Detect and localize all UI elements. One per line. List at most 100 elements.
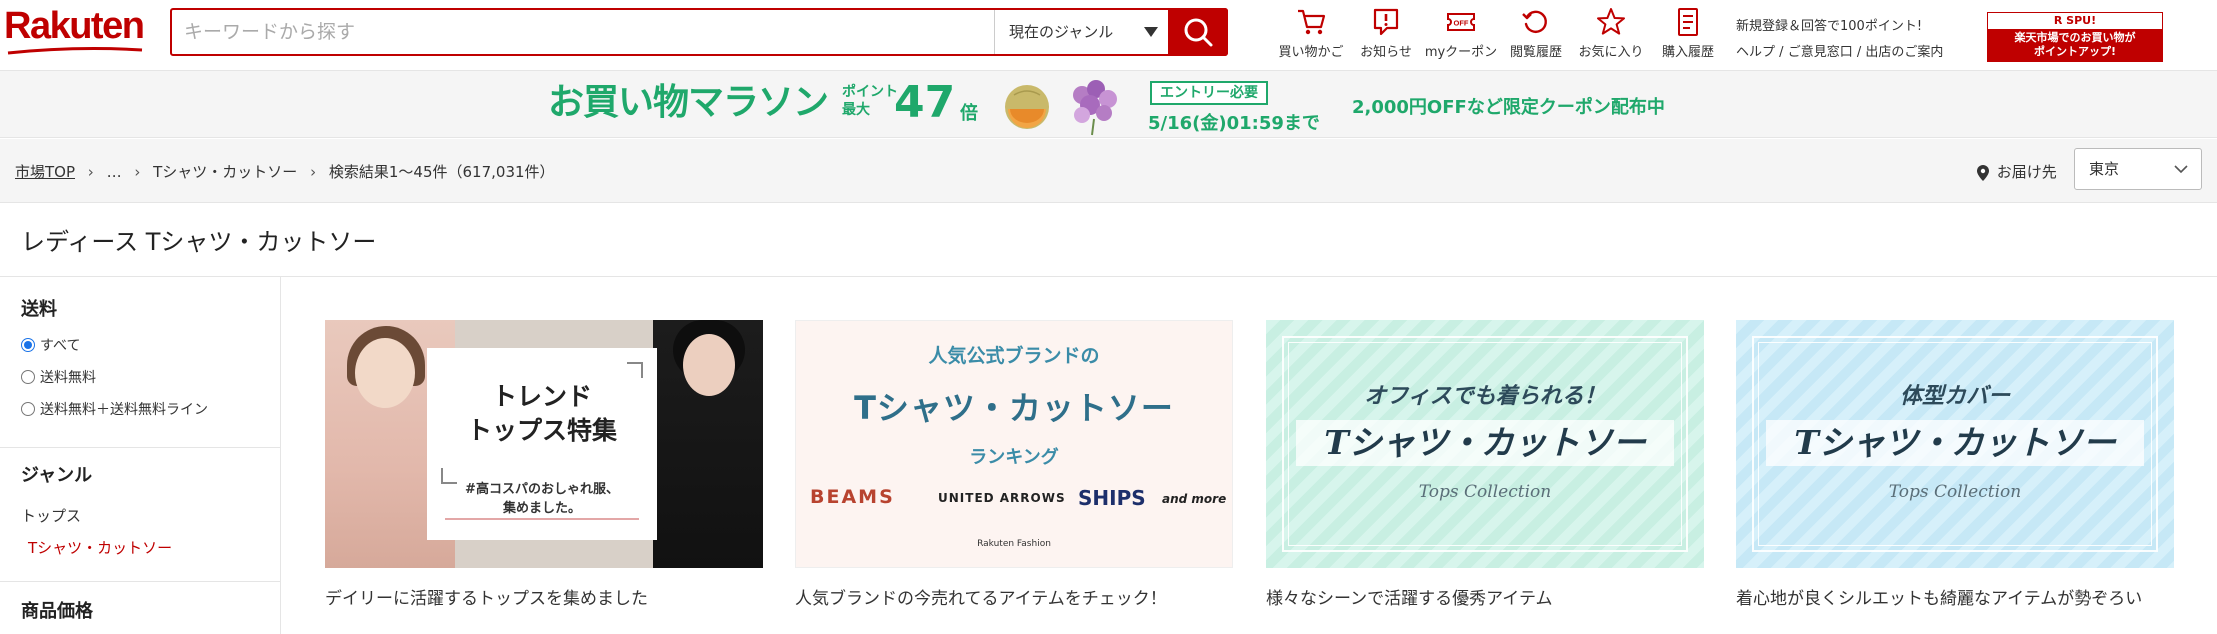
promo-caption[interactable]: 人気ブランドの今売れてるアイテムをチェック！ xyxy=(795,584,1233,609)
nav-favorites[interactable]: お気に入り xyxy=(1571,6,1651,62)
genre-current[interactable]: Tシャツ・カットソー xyxy=(28,537,172,558)
breadcrumb-ellipsis[interactable]: … xyxy=(107,163,122,181)
brand-beams-logo: BEAMS xyxy=(810,486,895,508)
dropdown-triangle-icon xyxy=(1144,27,1158,37)
nav-notice[interactable]: お知らせ xyxy=(1351,6,1421,62)
link-separator: / xyxy=(1779,45,1784,60)
seller-info-link[interactable]: 出店のご案内 xyxy=(1865,45,1943,60)
global-header: Rakuten 現在のジャンル 買い物かご お知らせ xyxy=(0,0,2217,68)
search-button[interactable] xyxy=(1168,8,1228,56)
promo-tagline: #高コスパのおしゃれ服、 集めました。 xyxy=(445,480,639,520)
promo-image: オフィスでも着られる！ Tシャツ・カットソー Tops Collection xyxy=(1266,320,1704,568)
divider xyxy=(0,276,2217,277)
campaign-point-label2: 最大 xyxy=(842,102,870,118)
nav-history[interactable]: 閲覧履歴 xyxy=(1501,6,1571,62)
breadcrumb-market-top[interactable]: 市場TOP xyxy=(15,163,75,181)
genre-scope-label: 現在のジャンル xyxy=(1009,23,1114,41)
coupon-icon: OFF xyxy=(1447,13,1475,31)
shipping-option-all[interactable]: すべて xyxy=(21,335,80,355)
search-input[interactable] xyxy=(172,10,994,54)
register-link[interactable]: 新規登録＆回答で100ポイント! xyxy=(1736,19,1922,34)
logo-swoosh-icon xyxy=(7,47,143,55)
notice-icon xyxy=(1373,8,1399,36)
promo-card-office[interactable]: オフィスでも着られる！ Tシャツ・カットソー Tops Collection 様… xyxy=(1266,320,1704,609)
campaign-date: 5/16(金)01:59まで xyxy=(1148,113,1320,134)
chevron-down-icon xyxy=(2174,165,2188,174)
nav-coupon-label: myクーポン xyxy=(1424,45,1498,60)
search-bar: 現在のジャンル xyxy=(170,8,1228,56)
breadcrumb-result-count: 検索結果1～45件（617,031件） xyxy=(328,163,555,181)
promo-tagline-line1: #高コスパのおしゃれ服、 xyxy=(465,482,619,497)
promo-card-brand-ranking[interactable]: 人気公式ブランドの Tシャツ・カットソー ランキング BEAMS UNITED … xyxy=(795,320,1233,609)
logo-text: Rakuten xyxy=(4,5,145,47)
radio-icon[interactable] xyxy=(21,370,35,384)
shipping-option-free-line[interactable]: 送料無料＋送料無料ライン xyxy=(21,399,208,419)
promo-ranking-label: ランキング xyxy=(969,447,1059,468)
promo-card-trend-tops[interactable]: トレンド トップス特集 #高コスパのおしゃれ服、 集めました。 デイリーに活躍す… xyxy=(325,320,763,609)
shipping-option-label: 送料無料＋送料無料ライン xyxy=(40,402,208,418)
help-link[interactable]: ヘルプ xyxy=(1736,45,1775,60)
shipping-option-label: 送料無料 xyxy=(40,370,96,386)
breadcrumb-category[interactable]: Tシャツ・カットソー xyxy=(153,163,297,181)
genre-filter-heading: ジャンル xyxy=(21,465,93,486)
breadcrumb-bar: 市場TOP › … › Tシャツ・カットソー › 検索結果1～45件（617,0… xyxy=(0,139,2217,203)
spu-line2: ポイントアップ! xyxy=(2033,45,2117,58)
chevron-right-icon: › xyxy=(134,163,141,181)
spu-banner[interactable]: R SPU! 楽天市場でのお買い物が ポイントアップ! xyxy=(1987,12,2163,62)
rakuten-fashion-logo: Rakuten Fashion xyxy=(977,539,1051,549)
spu-logo-text: R SPU! xyxy=(1988,13,2162,29)
shipping-option-label: すべて xyxy=(40,338,81,354)
shipping-option-free[interactable]: 送料無料 xyxy=(21,367,96,387)
radio-icon[interactable] xyxy=(21,402,35,416)
brand-logos: BEAMS UNITED ARROWS SHIPS and more xyxy=(808,486,1226,516)
price-filter-heading: 商品価格 xyxy=(21,601,93,622)
promo-subtitle: 体型カバー xyxy=(1899,383,2010,409)
promo-headline: Tシャツ・カットソー xyxy=(1296,420,1674,466)
region-value: 東京 xyxy=(2089,160,2120,178)
flower-icon xyxy=(1073,80,1117,136)
nav-purchase-history[interactable]: 購入履歴 xyxy=(1651,6,1725,62)
genre-parent-link[interactable]: トップス xyxy=(21,505,81,526)
promo-image: 体型カバー Tシャツ・カットソー Tops Collection xyxy=(1736,320,2174,568)
promo-headline-line2: トップス特集 xyxy=(466,416,617,445)
promo-image: トレンド トップス特集 #高コスパのおしゃれ服、 集めました。 xyxy=(325,320,763,568)
delivery-destination: お届け先 xyxy=(1976,161,2057,182)
svg-text:OFF: OFF xyxy=(1454,19,1469,28)
brand-united-arrows-logo: UNITED ARROWS xyxy=(938,491,1066,505)
star-icon xyxy=(1597,8,1625,35)
region-select[interactable]: 東京 xyxy=(2074,148,2202,190)
nav-notice-label: お知らせ xyxy=(1360,45,1412,60)
campaign-point-unit: 倍 xyxy=(960,103,978,124)
campaign-entry-badge: エントリー必要 xyxy=(1150,81,1268,105)
history-icon xyxy=(1522,10,1547,33)
nav-history-label: 閲覧履歴 xyxy=(1509,45,1562,60)
search-icon xyxy=(1184,18,1213,47)
campaign-banner[interactable]: お買い物マラソン ポイント 最大 47 倍 エントリー必要 5/16(金)01:… xyxy=(0,70,2217,138)
page-title: レディース Tシャツ・カットソー xyxy=(21,228,377,256)
promo-script-text: Tops Collection xyxy=(1418,482,1552,502)
corner-mark xyxy=(627,362,643,378)
feedback-link[interactable]: ご意見窓口 xyxy=(1788,45,1853,60)
promo-headline: Tシャツ・カットソー xyxy=(1766,420,2144,466)
promo-headline-line1: トレンド xyxy=(491,382,592,411)
genre-scope-select[interactable]: 現在のジャンル xyxy=(994,10,1168,54)
link-separator: / xyxy=(1856,45,1862,60)
promo-caption[interactable]: 着心地が良くシルエットも綺麗なアイテムが勢ぞろい xyxy=(1736,584,2174,609)
promo-script-text: Tops Collection xyxy=(1888,482,2022,502)
rakuten-logo[interactable]: Rakuten xyxy=(4,5,152,55)
divider xyxy=(0,581,280,582)
nav-cart[interactable]: 買い物かご xyxy=(1271,6,1351,62)
campaign-coupon-text: 2,000円OFFなど限定クーポン配布中 xyxy=(1352,97,1665,118)
nav-purchase-history-label: 購入履歴 xyxy=(1661,45,1714,60)
nav-coupon[interactable]: OFF myクーポン xyxy=(1421,6,1501,62)
promo-card-body-cover[interactable]: 体型カバー Tシャツ・カットソー Tops Collection 着心地が良くシ… xyxy=(1736,320,2174,609)
radio-selected-icon[interactable] xyxy=(21,338,35,352)
campaign-point-label: ポイント 最大 xyxy=(842,83,898,119)
promo-caption[interactable]: デイリーに活躍するトップスを集めました xyxy=(325,584,763,609)
spu-banner-body: 楽天市場でのお買い物が ポイントアップ! xyxy=(1988,29,2162,61)
promo-caption[interactable]: 様々なシーンで活躍する優秀アイテム xyxy=(1266,584,1704,609)
promo-subtitle: オフィスでも着られる！ xyxy=(1364,383,1606,409)
campaign-point-label1: ポイント xyxy=(842,84,898,100)
nav-favorites-label: お気に入り xyxy=(1578,45,1644,60)
promo-subtitle: 人気公式ブランドの xyxy=(928,345,1100,367)
